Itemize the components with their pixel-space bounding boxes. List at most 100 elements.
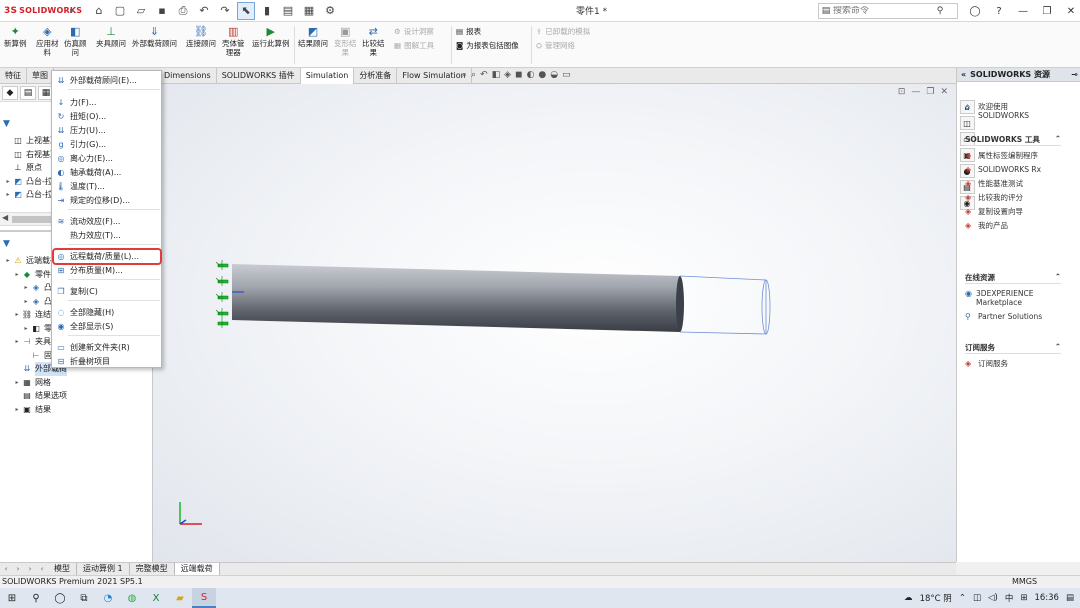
menu-item[interactable]: 热力效应(T)... [54,229,160,242]
tab-5[interactable]: 分析准备 [354,68,398,84]
menu-item[interactable]: ❐ 复制(C) [54,285,160,298]
task-pane-link[interactable]: ◈ 比较我的评分 [965,193,1061,202]
ribbon-button-1[interactable]: ◈ 应用材 料 [36,24,59,58]
menu-expand-icon[interactable]: ▸ [70,6,84,15]
search-icon[interactable]: ⚲ [933,6,947,16]
viewport-close-icon[interactable]: ✕ [940,87,948,97]
scroll-left-icon[interactable]: ◀ [2,213,8,222]
task-pane-link[interactable]: ◉ 3DEXPERIENCE Marketplace [965,289,1061,307]
expand-arrow-icon[interactable]: ▸ [13,403,21,417]
collapse-section-icon[interactable]: ⌃ [1055,134,1061,145]
ribbon-button-4[interactable]: ⇓ 外部载荷顾问 [132,24,177,49]
pin-icon[interactable]: ⊸ [1071,70,1078,79]
last-tab-icon[interactable]: ‹ [36,565,48,573]
notification-icon[interactable]: ▤ [1066,593,1074,603]
menu-item[interactable]: ↓ 力(F)... [54,96,160,109]
ribbon-button-6[interactable]: ▥ 壳体管 理器 [222,24,245,58]
collapse-section-icon[interactable]: ⌃ [1055,342,1061,353]
ribbon-button-3[interactable]: ⊥ 夹具顾问 [96,24,126,49]
view-settings-icon[interactable]: ▭ [562,70,571,80]
welcome-row[interactable]: ⌂ 欢迎使用 SOLIDWORKS [965,102,1061,120]
tab-4[interactable]: Simulation [300,68,355,84]
menu-item[interactable]: g 引力(G)... [54,138,160,151]
first-tab-icon[interactable]: ‹ [0,565,12,573]
tab-0[interactable]: 特征 [0,68,27,84]
task-pane-link[interactable]: ◈ 我的产品 [965,221,1061,230]
menu-item[interactable]: ⇥ 规定的位移(D)... [54,194,160,207]
model-tab-3[interactable]: 远端载荷 [174,562,220,576]
windows-start-icon[interactable]: ⊞ [0,588,24,608]
model-tab-1[interactable]: 运动算例 1 [77,562,130,576]
wechat-icon[interactable]: ◍ [120,588,144,608]
expand-arrow-icon[interactable]: ▸ [13,268,21,282]
expand-arrow-icon[interactable]: ▸ [22,322,30,336]
solidworks-logo[interactable]: 3S SOLIDWORKS [0,0,82,22]
tree-node[interactable]: ▤ 结果选项 [0,389,153,403]
previous-view-icon[interactable]: ↶ [480,70,488,80]
traffic-light-icon[interactable]: ▮ [258,2,276,20]
clock[interactable]: 16:36 [1034,593,1059,603]
appearance-icon[interactable]: ● [538,70,546,80]
menu-item[interactable]: ⊟ 折叠树项目 [54,355,160,368]
prev-tab-icon[interactable]: › [12,565,24,573]
menu-item[interactable]: ⇊ 外部载荷顾问(E)... [54,74,160,87]
close-button[interactable]: ✕ [1062,2,1080,20]
feature-manager-tab-icon[interactable]: ◆ [2,86,18,100]
menu-item[interactable]: ⊞ 分布质量(M)... [54,264,160,277]
task-pane-link[interactable]: ◈ 性能基准测试 [965,179,1061,188]
model-tab-0[interactable]: 模型 [48,562,77,576]
ribbon-button-5[interactable]: ⛓ 连接顾问 [186,24,216,49]
menu-item[interactable]: 🌡 温度(T)... [54,180,160,193]
task-pane-link[interactable]: ◈ 属性标签编制程序 [965,151,1061,160]
viewport-restore-icon[interactable]: ❐ [926,87,934,97]
weather-text[interactable]: 18°C 阴 [920,592,952,604]
menu-item[interactable]: ◌ 全部隐藏(H) [54,306,160,319]
task-pane-link[interactable]: ◈ 复制设置向导 [965,207,1061,216]
home-icon[interactable]: ⌂ [90,2,108,20]
user-icon[interactable]: ◯ [966,2,984,20]
manage-network-button[interactable]: ⛭ 管理网络 [536,40,575,51]
tray-expand-icon[interactable]: ⌃ [959,593,966,603]
print-icon[interactable]: ⎙ [174,2,192,20]
expand-arrow-icon[interactable]: ▸ [13,335,21,349]
include-image-button[interactable]: ◙ 为报表包括图像 [456,40,519,51]
section-header[interactable]: 订阅服务 ⌃ [965,342,1061,354]
open-icon[interactable]: ▱ [132,2,150,20]
expand-arrow-icon[interactable]: ▸ [4,254,12,268]
report-button[interactable]: ▤ 报表 [456,26,481,37]
task-pane-link[interactable]: ◈ SOLIDWORKS Rx [965,165,1061,174]
display-style-icon[interactable]: ◼ [515,70,522,80]
filter-icon[interactable]: ▼ [3,119,10,129]
design-insight-button[interactable]: ⚙ 设计洞察 [394,26,434,37]
taskbar-search-icon[interactable]: ⚲ [24,588,48,608]
scroll-thumb[interactable] [12,216,52,223]
volume-icon[interactable]: ◁) [988,593,998,603]
solidworks-taskbar-icon[interactable]: S [192,588,216,608]
cortana-icon[interactable]: ◯ [48,588,72,608]
rebuild-options-icon[interactable]: ▦ [300,2,318,20]
property-manager-tab-icon[interactable]: ▤ [20,86,36,100]
task-pane-link[interactable]: ◈ 订阅服务 [965,359,1061,368]
search-input[interactable] [833,6,933,16]
zoom-fit-icon[interactable]: ⌕ [462,70,467,80]
tree-node[interactable]: ▸ ▦ 网格 [0,376,153,390]
minimize-button[interactable]: — [1014,2,1032,20]
viewport-tile-icon[interactable]: ⊡ [898,87,906,97]
expand-arrow-icon[interactable]: ▸ [13,308,21,322]
menu-item[interactable]: ◐ 轴承载荷(A)... [54,166,160,179]
task-view-icon[interactable]: ⧉ [72,588,96,608]
task-pane-link[interactable]: ⚲ Partner Solutions [965,312,1061,321]
input-mode-icon[interactable]: ⊞ [1020,593,1027,603]
zoom-area-icon[interactable]: ⌕ [471,70,476,80]
view-orientation-icon[interactable]: ◈ [504,70,511,80]
section-view-icon[interactable]: ◧ [492,70,501,80]
menu-item[interactable]: ≋ 流动效应(F)... [54,215,160,228]
menu-item[interactable]: ◉ 全部显示(S) [54,320,160,333]
ribbon-button-7[interactable]: ▶ 运行此算例 [252,24,290,49]
ribbon-button-9[interactable]: ▣ 变形结 果 [334,24,357,58]
edge-icon[interactable]: ◔ [96,588,120,608]
section-header[interactable]: 在线资源 ⌃ [965,272,1061,284]
plot-tools-button[interactable]: ▦ 图解工具 [394,40,434,51]
hide-show-icon[interactable]: ◐ [527,70,535,80]
ribbon-button-10[interactable]: ⇄ 比较结 果 [362,24,385,58]
